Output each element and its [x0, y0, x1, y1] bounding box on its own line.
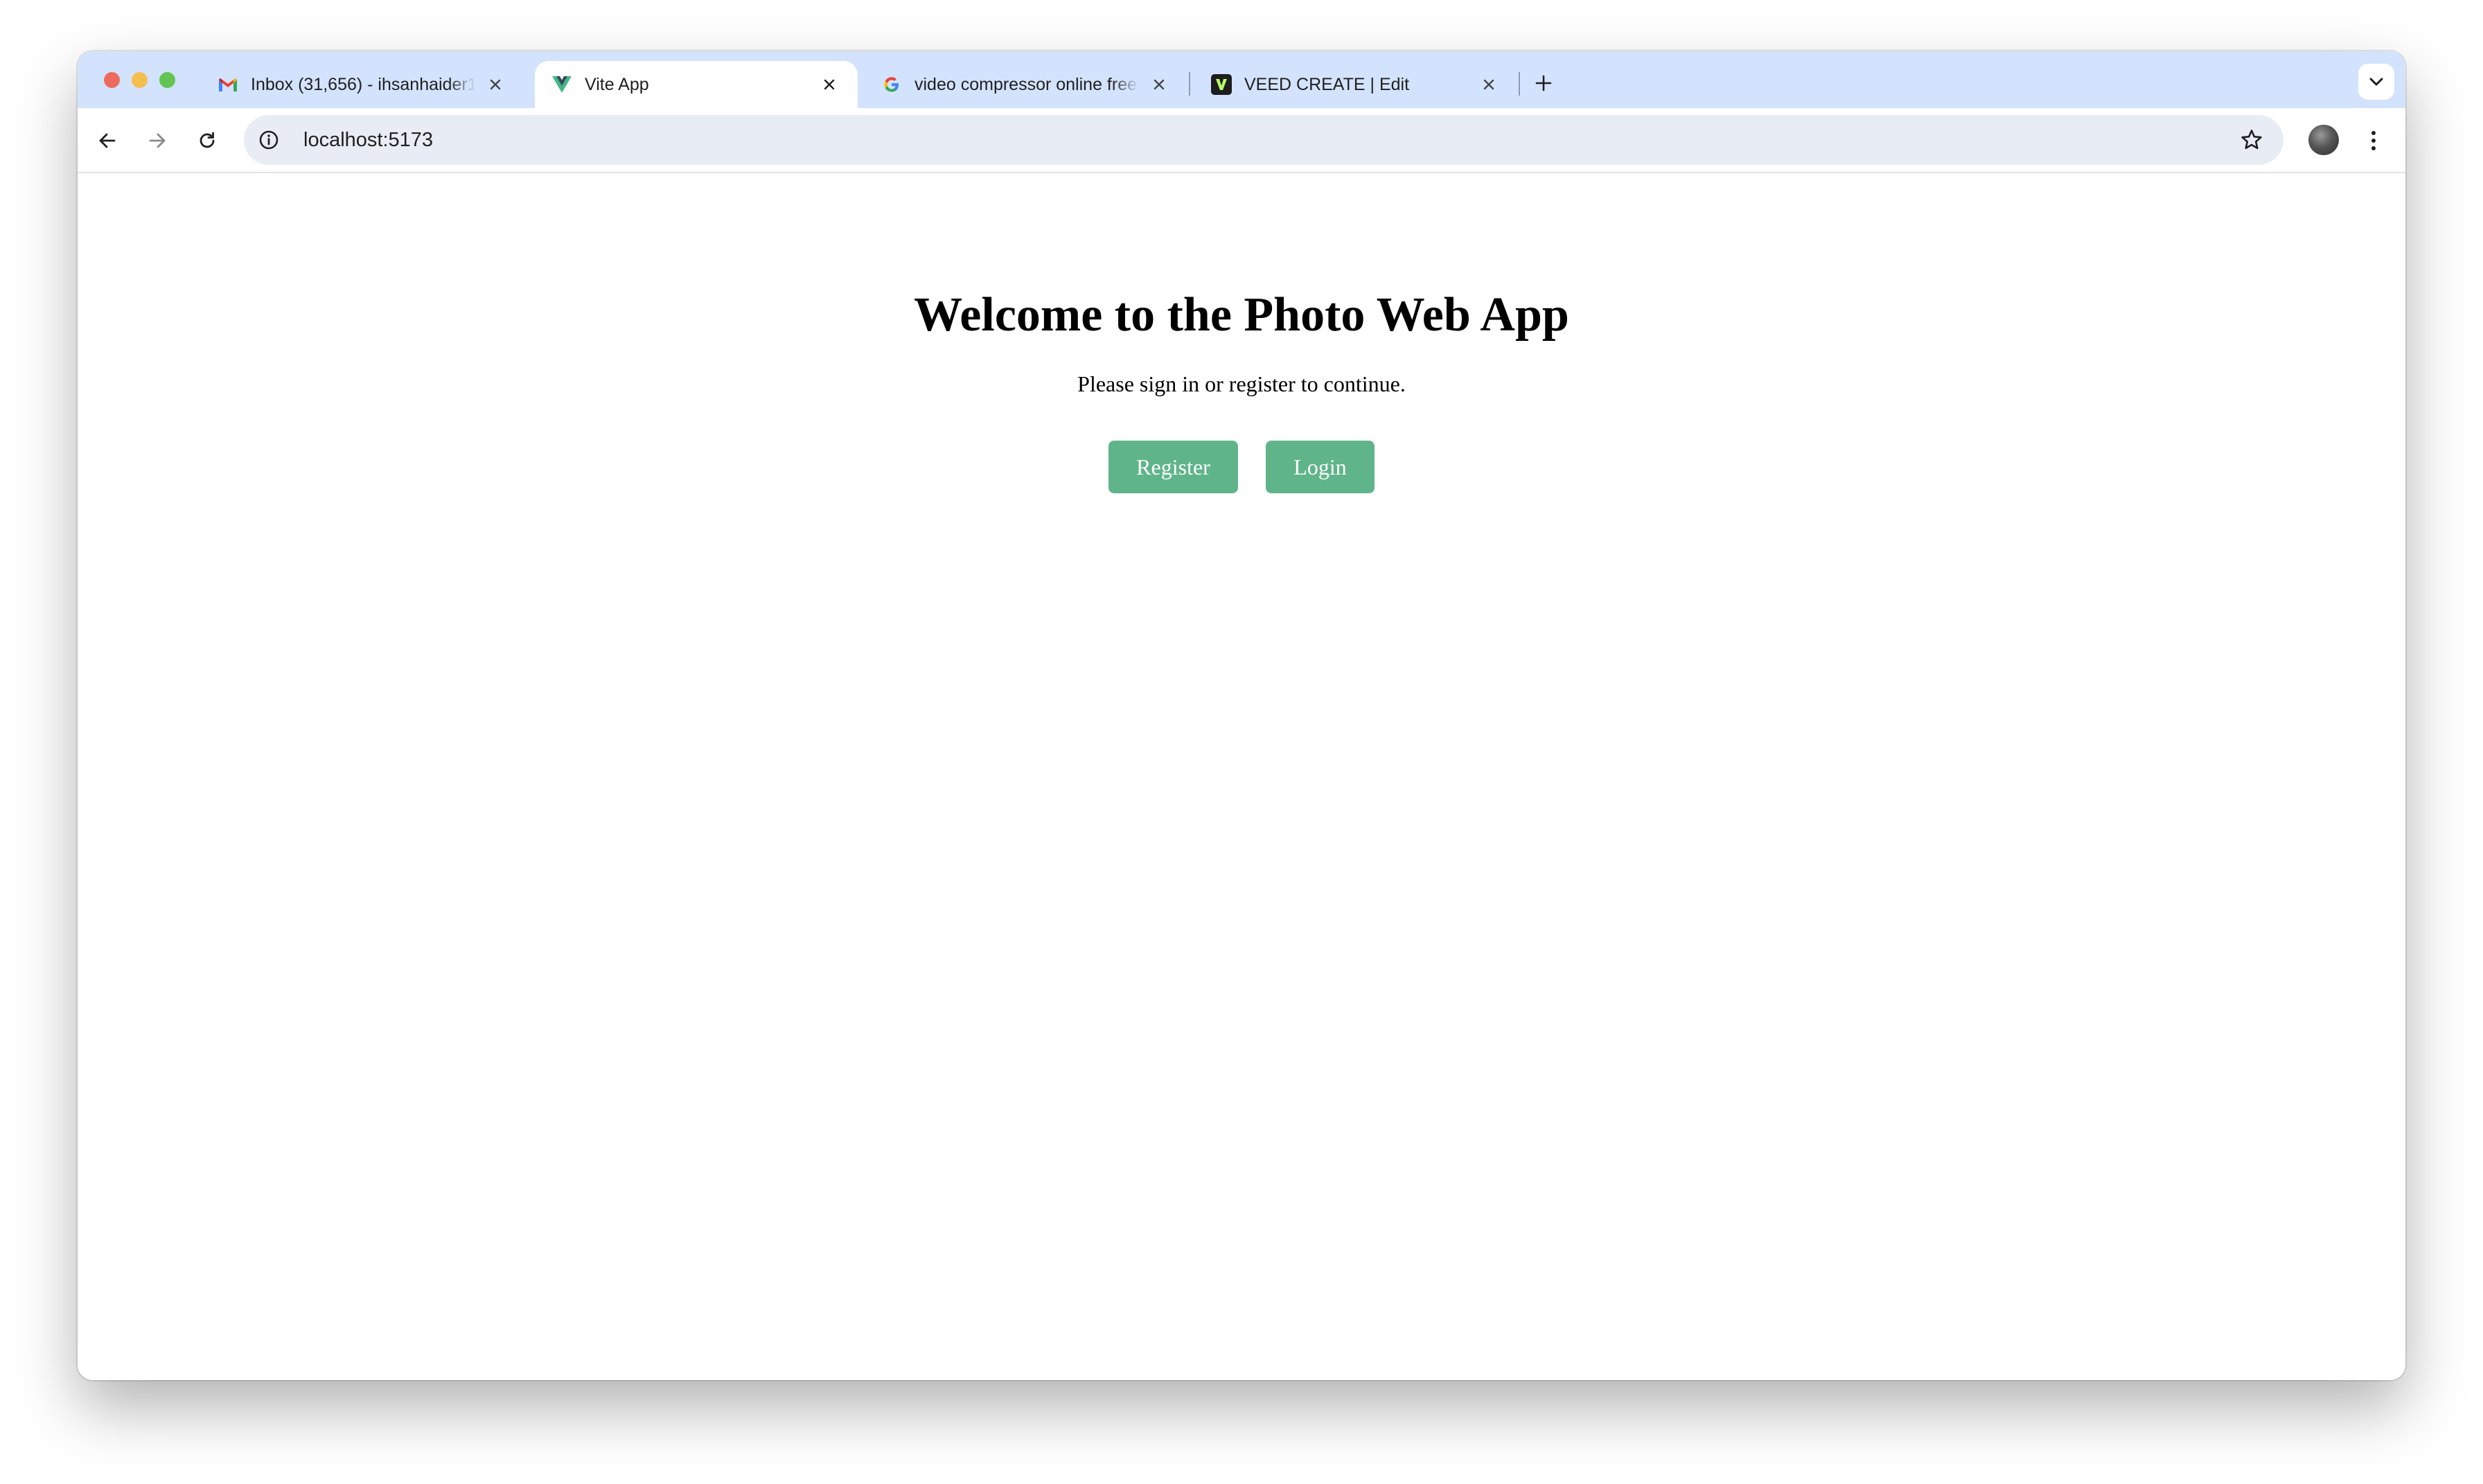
vue-icon	[551, 74, 572, 95]
tab-title: Inbox (31,656) - ihsanhaider1	[251, 74, 475, 94]
tab-strip: Inbox (31,656) - ihsanhaider1 Vite App v…	[78, 51, 2405, 108]
page-subtext: Please sign in or register to continue.	[1077, 371, 1406, 396]
tab-gmail[interactable]: Inbox (31,656) - ihsanhaider1	[201, 61, 524, 108]
tab-close-icon[interactable]	[484, 73, 507, 96]
tab-separator	[1519, 72, 1520, 96]
new-tab-button[interactable]	[1528, 68, 1559, 98]
arrow-right-icon	[149, 133, 166, 148]
login-button[interactable]: Login	[1266, 441, 1375, 493]
more-vertical-icon	[2371, 131, 2376, 150]
tab-google-search[interactable]: video compressor online free	[865, 61, 1187, 108]
page-heading: Welcome to the Photo Web App	[914, 288, 1569, 342]
browser-window: Inbox (31,656) - ihsanhaider1 Vite App v…	[78, 51, 2405, 1380]
tab-search-button[interactable]	[2358, 64, 2394, 100]
back-button[interactable]	[90, 123, 125, 158]
browser-toolbar: localhost:5173	[78, 108, 2405, 173]
window-minimize-button[interactable]	[132, 72, 148, 88]
reload-button[interactable]	[190, 123, 224, 158]
bookmark-star-icon[interactable]	[2236, 125, 2267, 155]
browser-menu-button[interactable]	[2357, 123, 2390, 158]
tab-title: video compressor online free	[914, 74, 1137, 94]
tab-close-icon[interactable]	[1147, 73, 1171, 96]
window-maximize-button[interactable]	[159, 72, 175, 88]
tab-title: Vite App	[585, 74, 649, 94]
forward-button[interactable]	[140, 123, 175, 158]
url-text[interactable]: localhost:5173	[303, 115, 433, 165]
arrow-left-icon	[99, 133, 116, 148]
window-close-button[interactable]	[104, 72, 120, 88]
address-bar[interactable]: localhost:5173	[244, 115, 2283, 165]
profile-avatar[interactable]	[2308, 125, 2339, 155]
gmail-icon	[218, 74, 238, 95]
tab-title: VEED CREATE | Edit	[1244, 74, 1410, 94]
tab-close-icon[interactable]	[1477, 73, 1501, 96]
tab-separator	[1189, 72, 1190, 96]
page-content: Welcome to the Photo Web App Please sign…	[78, 173, 2405, 1380]
tab-vite-app[interactable]: Vite App	[535, 61, 858, 108]
info-icon[interactable]	[256, 127, 281, 152]
reload-icon	[200, 132, 215, 148]
veed-icon	[1211, 74, 1232, 95]
tab-close-icon[interactable]	[818, 73, 841, 96]
plus-icon	[1535, 75, 1552, 91]
register-button[interactable]: Register	[1108, 441, 1238, 493]
tab-veed[interactable]: VEED CREATE | Edit	[1194, 61, 1517, 108]
chevron-down-icon	[2369, 78, 2383, 86]
google-icon	[881, 74, 902, 95]
